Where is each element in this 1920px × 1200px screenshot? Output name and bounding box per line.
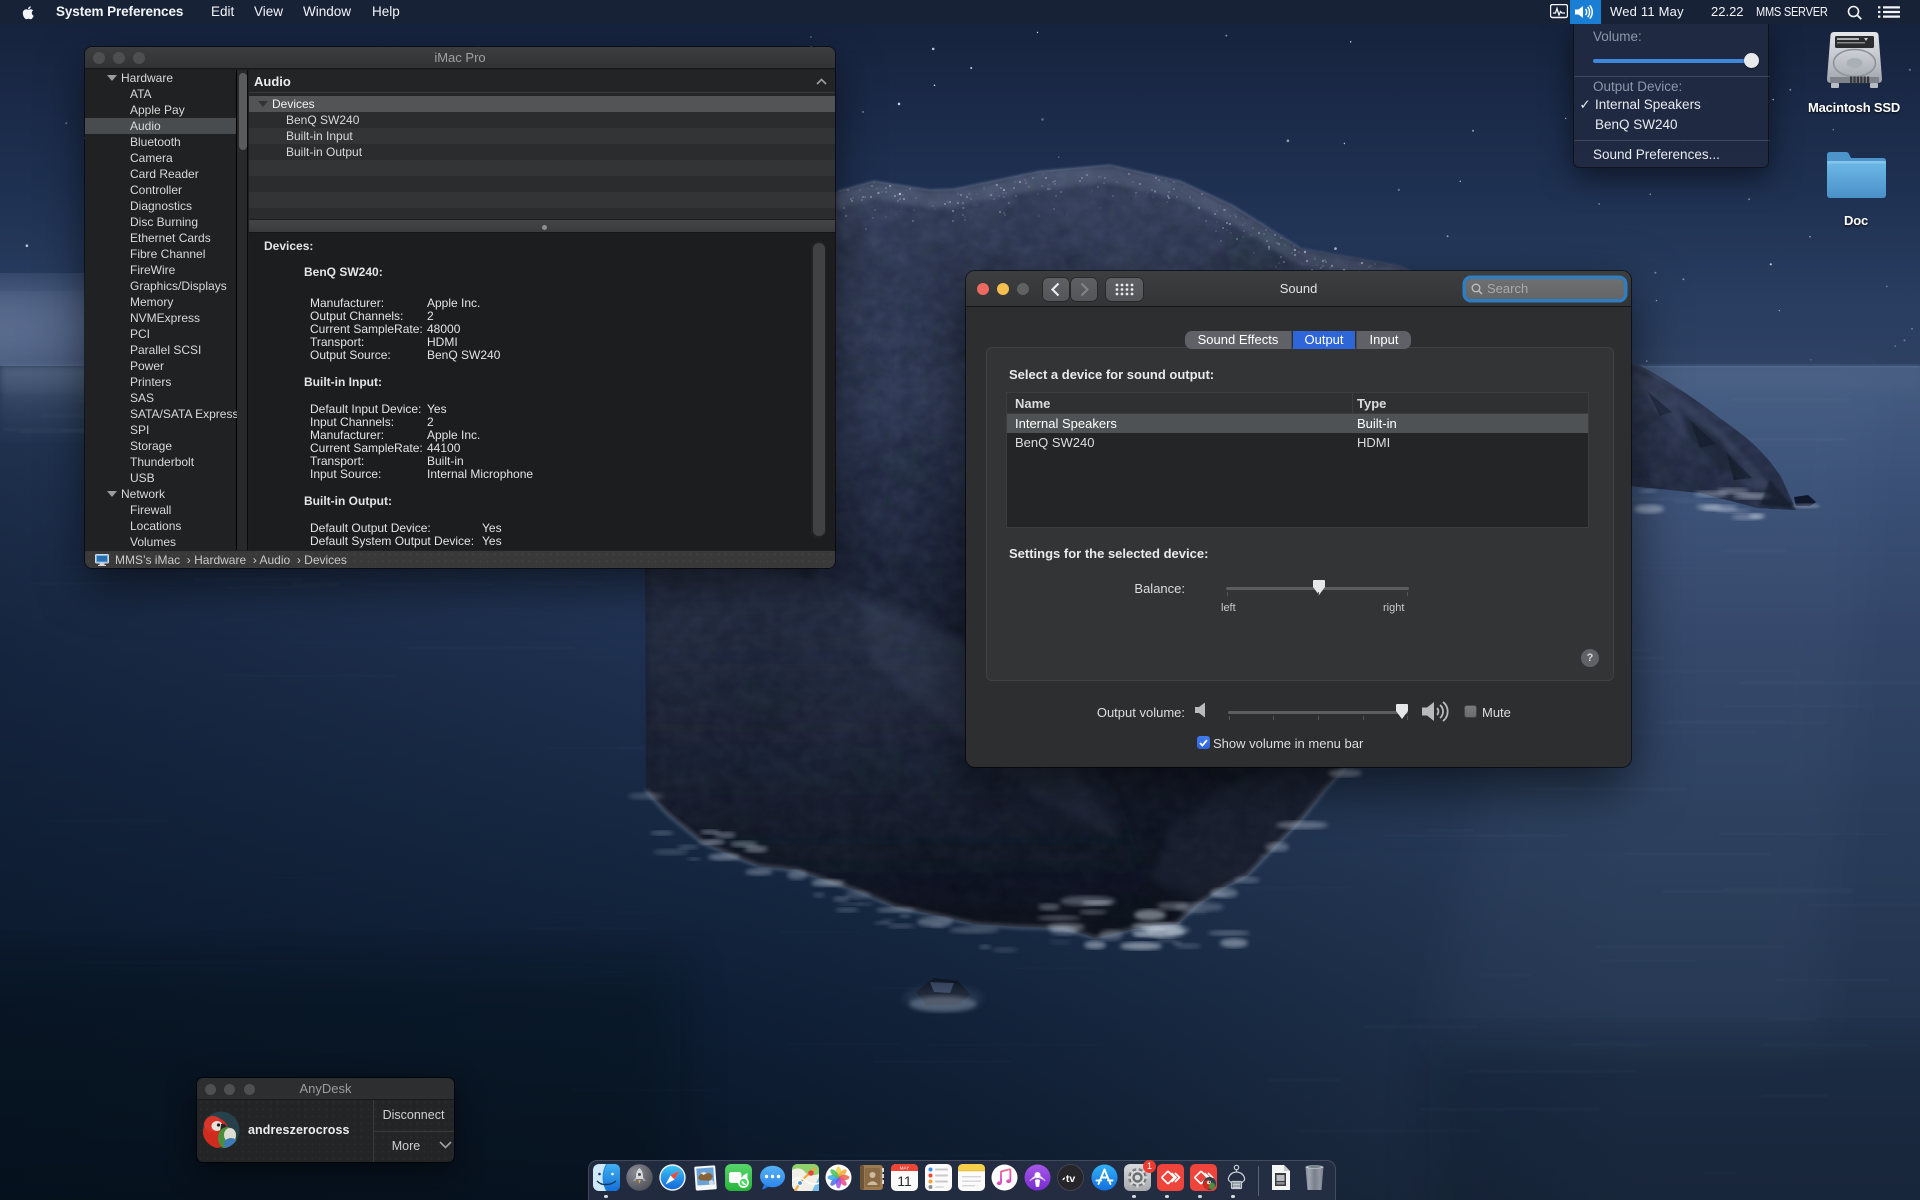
svg-text:11: 11 — [898, 1173, 913, 1189]
svg-text:MAY: MAY — [900, 1166, 909, 1171]
svg-text:tv: tv — [1066, 1173, 1075, 1185]
